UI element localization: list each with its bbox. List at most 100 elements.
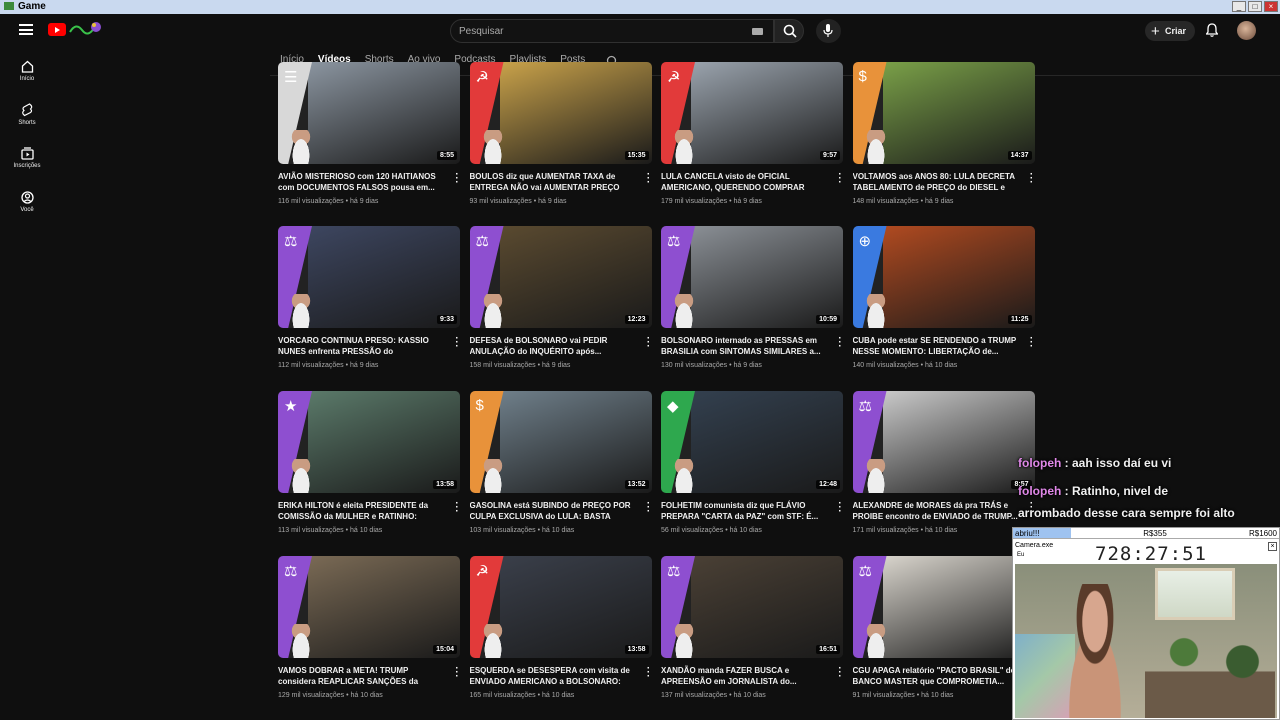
sidebar-item-subscriptions[interactable]: Inscrições (0, 147, 54, 169)
notifications-bell-icon[interactable] (1206, 23, 1218, 37)
more-actions-icon[interactable]: ··· (647, 334, 651, 352)
video-duration: 15:35 (624, 151, 649, 160)
video-duration: 16:51 (816, 645, 840, 654)
scales-icon: ⚖ (858, 563, 872, 580)
video-meta: 116 mil visualizações • há 9 dias (278, 198, 378, 205)
dollar-icon: $ (858, 68, 867, 85)
voice-search-button[interactable] (816, 19, 841, 43)
video-thumbnail[interactable]: ☭ 15:35 (469, 62, 652, 164)
upload-age: há 9 dias (349, 198, 379, 205)
more-actions-icon[interactable]: ··· (838, 334, 842, 352)
more-actions-icon[interactable]: ··· (1030, 170, 1034, 188)
video-thumbnail[interactable]: ☰ 8:55 (278, 62, 460, 164)
video-thumbnail[interactable]: ◆ 12:48 (661, 391, 843, 493)
presenter-figure (288, 294, 314, 328)
video-thumbnail[interactable]: ⚖ (852, 556, 1035, 658)
search-button[interactable] (774, 19, 804, 43)
video-duration: 11:25 (1007, 315, 1032, 324)
presenter-figure (671, 459, 697, 493)
video-title[interactable]: XANDÃO manda FAZER BUSCA e APREENSÃO em … (661, 665, 829, 687)
video-meta: 148 mil visualizações • há 9 dias (853, 198, 954, 205)
video-title[interactable]: CGU APAGA relatório "PACTO BRASIL" do BA… (853, 665, 1021, 687)
video-thumbnail[interactable]: ☭ 13:58 (469, 556, 652, 658)
video-thumbnail[interactable]: ⚖ 16:51 (661, 556, 843, 658)
more-actions-icon[interactable]: ··· (455, 334, 459, 352)
upload-age: há 10 dias (729, 527, 762, 534)
thumbnail-photo (691, 391, 843, 493)
thumbnail-photo (882, 226, 1035, 328)
video-title[interactable]: ALEXANDRE de MORAES dá pra TRÁS e PROIBE… (853, 500, 1021, 522)
more-actions-icon[interactable]: ··· (647, 499, 651, 517)
presenter-figure (288, 459, 314, 493)
sidebar-item-you[interactable]: Você (0, 191, 54, 213)
video-thumbnail[interactable]: ⊕ 11:25 (852, 226, 1035, 328)
video-title[interactable]: VAMOS DOBRAR a META! TRUMP considera REA… (278, 665, 446, 687)
more-actions-icon[interactable]: ··· (455, 170, 459, 188)
video-title[interactable]: DEFESA de BOLSONARO vai PEDIR ANULAÇÃO d… (470, 335, 638, 357)
close-window-button[interactable]: × (1264, 1, 1278, 12)
video-title[interactable]: ESQUERDA se DESESPERA com visita de ENVI… (470, 665, 638, 687)
video-thumbnail[interactable]: ⚖ 12:23 (469, 226, 652, 328)
microphone-icon (823, 24, 833, 37)
video-title[interactable]: VOLTAMOS aos ANOS 80: LULA DECRETA TABEL… (853, 171, 1021, 193)
video-meta: 171 mil visualizações • há 10 dias (853, 527, 958, 534)
more-actions-icon[interactable]: ··· (838, 170, 842, 188)
video-thumbnail[interactable]: ⚖ 10:59 (661, 226, 843, 328)
video-duration: 12:23 (624, 315, 649, 324)
more-actions-icon[interactable]: ··· (647, 664, 651, 682)
chat-text: : aah isso daí eu vi (1064, 456, 1172, 470)
video-meta: 179 mil visualizações • há 9 dias (661, 198, 762, 205)
more-actions-icon[interactable]: ··· (455, 664, 459, 682)
doodle-logo-icon[interactable] (68, 20, 104, 38)
chat-message: arrombado desse cara sempre foi alto (1018, 506, 1235, 520)
more-actions-icon[interactable]: ··· (838, 664, 842, 682)
view-count: 103 mil visualizações (469, 527, 536, 534)
goal-bar: abriu!!! R$355 R$1600 (1013, 528, 1279, 539)
more-actions-icon[interactable]: ··· (647, 170, 651, 188)
video-meta: 91 mil visualizações • há 10 dias (853, 692, 954, 699)
flag-icon: ◆ (667, 398, 679, 415)
webcam-feed (1015, 564, 1277, 718)
keyboard-icon[interactable] (752, 28, 763, 35)
video-thumbnail[interactable]: $14:37 (852, 62, 1035, 164)
minimize-button[interactable]: _ (1232, 1, 1246, 12)
create-button[interactable]: + Criar (1145, 21, 1195, 41)
webcam-overlay: abriu!!! R$355 R$1600 Camera.exe × Eu 72… (1012, 527, 1280, 720)
more-actions-icon[interactable]: ··· (838, 499, 842, 517)
video-title[interactable]: BOULOS diz que AUMENTAR TAXA de ENTREGA … (470, 171, 638, 193)
search-box[interactable] (450, 19, 774, 43)
video-title[interactable]: VORCARO CONTINUA PRESO: KASSIO NUNES enf… (278, 335, 446, 357)
maximize-button[interactable]: □ (1248, 1, 1262, 12)
presenter-figure (671, 294, 697, 328)
thumbnail-photo (691, 556, 843, 658)
video-meta: 137 mil visualizações • há 10 dias (661, 692, 766, 699)
video-duration: 13:58 (624, 645, 649, 654)
video-thumbnail[interactable]: ⚖ 8:57 (852, 391, 1035, 493)
video-title[interactable]: GASOLINA está SUBINDO de PREÇO POR CULPA… (470, 500, 638, 522)
plants (1145, 624, 1275, 718)
video-title[interactable]: FOLHETIM comunista diz que FLÁVIO PREPAR… (661, 500, 829, 522)
menu-icon[interactable] (19, 24, 33, 35)
more-actions-icon[interactable]: ··· (455, 499, 459, 517)
youtube-logo-icon[interactable] (48, 23, 66, 36)
sidebar-item-home[interactable]: Início (0, 60, 54, 82)
video-title[interactable]: CUBA pode estar SE RENDENDO a TRUMP NESS… (853, 335, 1021, 357)
video-title[interactable]: AVIÃO MISTERIOSO com 120 HAITIANOS com D… (278, 171, 446, 193)
search-input[interactable] (459, 22, 739, 40)
more-actions-icon[interactable]: ··· (1030, 334, 1034, 352)
thumbnail-photo (882, 62, 1035, 164)
account-avatar[interactable] (1237, 21, 1256, 40)
video-title[interactable]: BOLSONARO internado as PRESSAS em BRASIL… (661, 335, 829, 357)
streamer (1055, 584, 1135, 718)
video-thumbnail[interactable]: ⚖ 9:33 (278, 226, 460, 328)
sidebar-item-shorts[interactable]: Shorts (0, 103, 54, 126)
video-thumbnail[interactable]: ☭ 9:57 (661, 62, 843, 164)
video-thumbnail[interactable]: ★ 13:58 (278, 391, 460, 493)
video-thumbnail[interactable]: ⚖ 15:04 (278, 556, 460, 658)
hammer-sickle-icon: ☭ (475, 69, 489, 86)
video-thumbnail[interactable]: $13:52 (469, 391, 652, 493)
video-title[interactable]: ERIKA HILTON é eleita PRESIDENTE da COMI… (278, 500, 446, 522)
window-in-room (1155, 568, 1235, 620)
thumbnail-photo (499, 62, 652, 164)
video-title[interactable]: LULA CANCELA visto de OFICIAL AMERICANO,… (661, 171, 829, 193)
